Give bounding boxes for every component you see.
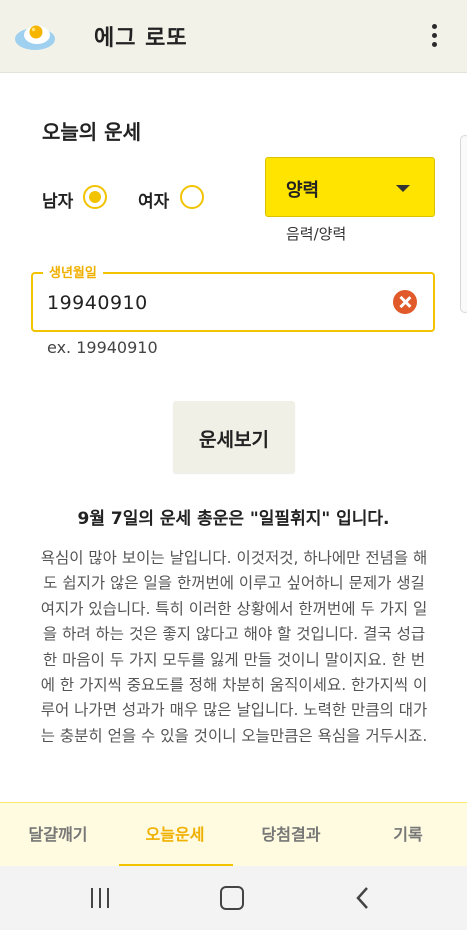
tab-winning-results[interactable]: 당첨결과 (233, 803, 349, 867)
app-title: 에그 로또 (94, 26, 188, 51)
egg-logo-icon (15, 25, 55, 50)
system-navigation-bar (0, 866, 467, 930)
more-vertical-icon (432, 24, 437, 29)
gender-female-label[interactable]: 여자 (138, 187, 169, 212)
fortune-result-text: 욕심이 많아 보이는 날입니다. 이것저것, 하나에만 전념을 해도 쉽지가 않… (40, 549, 428, 745)
birthdate-field[interactable]: 생년월일 19940910 (31, 262, 435, 332)
gender-female-radio[interactable] (180, 185, 204, 209)
home-icon[interactable] (220, 886, 244, 910)
section-title: 오늘의 운세 (42, 120, 141, 144)
birthdate-input[interactable]: 19940910 (47, 292, 148, 314)
scrollbar[interactable] (460, 135, 467, 313)
calendar-type-helper: 음력/양력 (286, 225, 347, 243)
gender-male-label[interactable]: 남자 (42, 187, 73, 212)
tab-egg-break[interactable]: 달걀깨기 (0, 803, 116, 867)
gender-male-radio[interactable] (83, 185, 107, 209)
app-bar: 에그 로또 (0, 0, 467, 73)
clear-icon[interactable] (393, 290, 417, 314)
tab-today-fortune[interactable]: 오늘운세 (117, 803, 233, 867)
fortune-result-title: 9월 7일의 운세 총운은 "일필휘지" 입니다. (77, 509, 390, 529)
birthdate-helper: ex. 19940910 (47, 338, 158, 357)
more-options-button[interactable] (424, 22, 446, 50)
view-fortune-button[interactable]: 운세보기 (173, 401, 295, 473)
dropdown-arrow-icon (396, 185, 410, 192)
view-fortune-label: 운세보기 (199, 429, 269, 451)
more-vertical-icon (432, 42, 437, 47)
calendar-type-value: 양력 (286, 180, 320, 201)
bottom-tab-bar: 달걀깨기 오늘운세 당첨결과 기록 (0, 802, 467, 867)
more-vertical-icon (432, 33, 437, 38)
recent-apps-icon[interactable] (91, 888, 111, 908)
birthdate-label: 생년월일 (43, 262, 103, 281)
calendar-type-select[interactable]: 양력 (265, 157, 435, 217)
tab-records[interactable]: 기록 (350, 803, 466, 867)
back-icon[interactable] (355, 886, 371, 910)
